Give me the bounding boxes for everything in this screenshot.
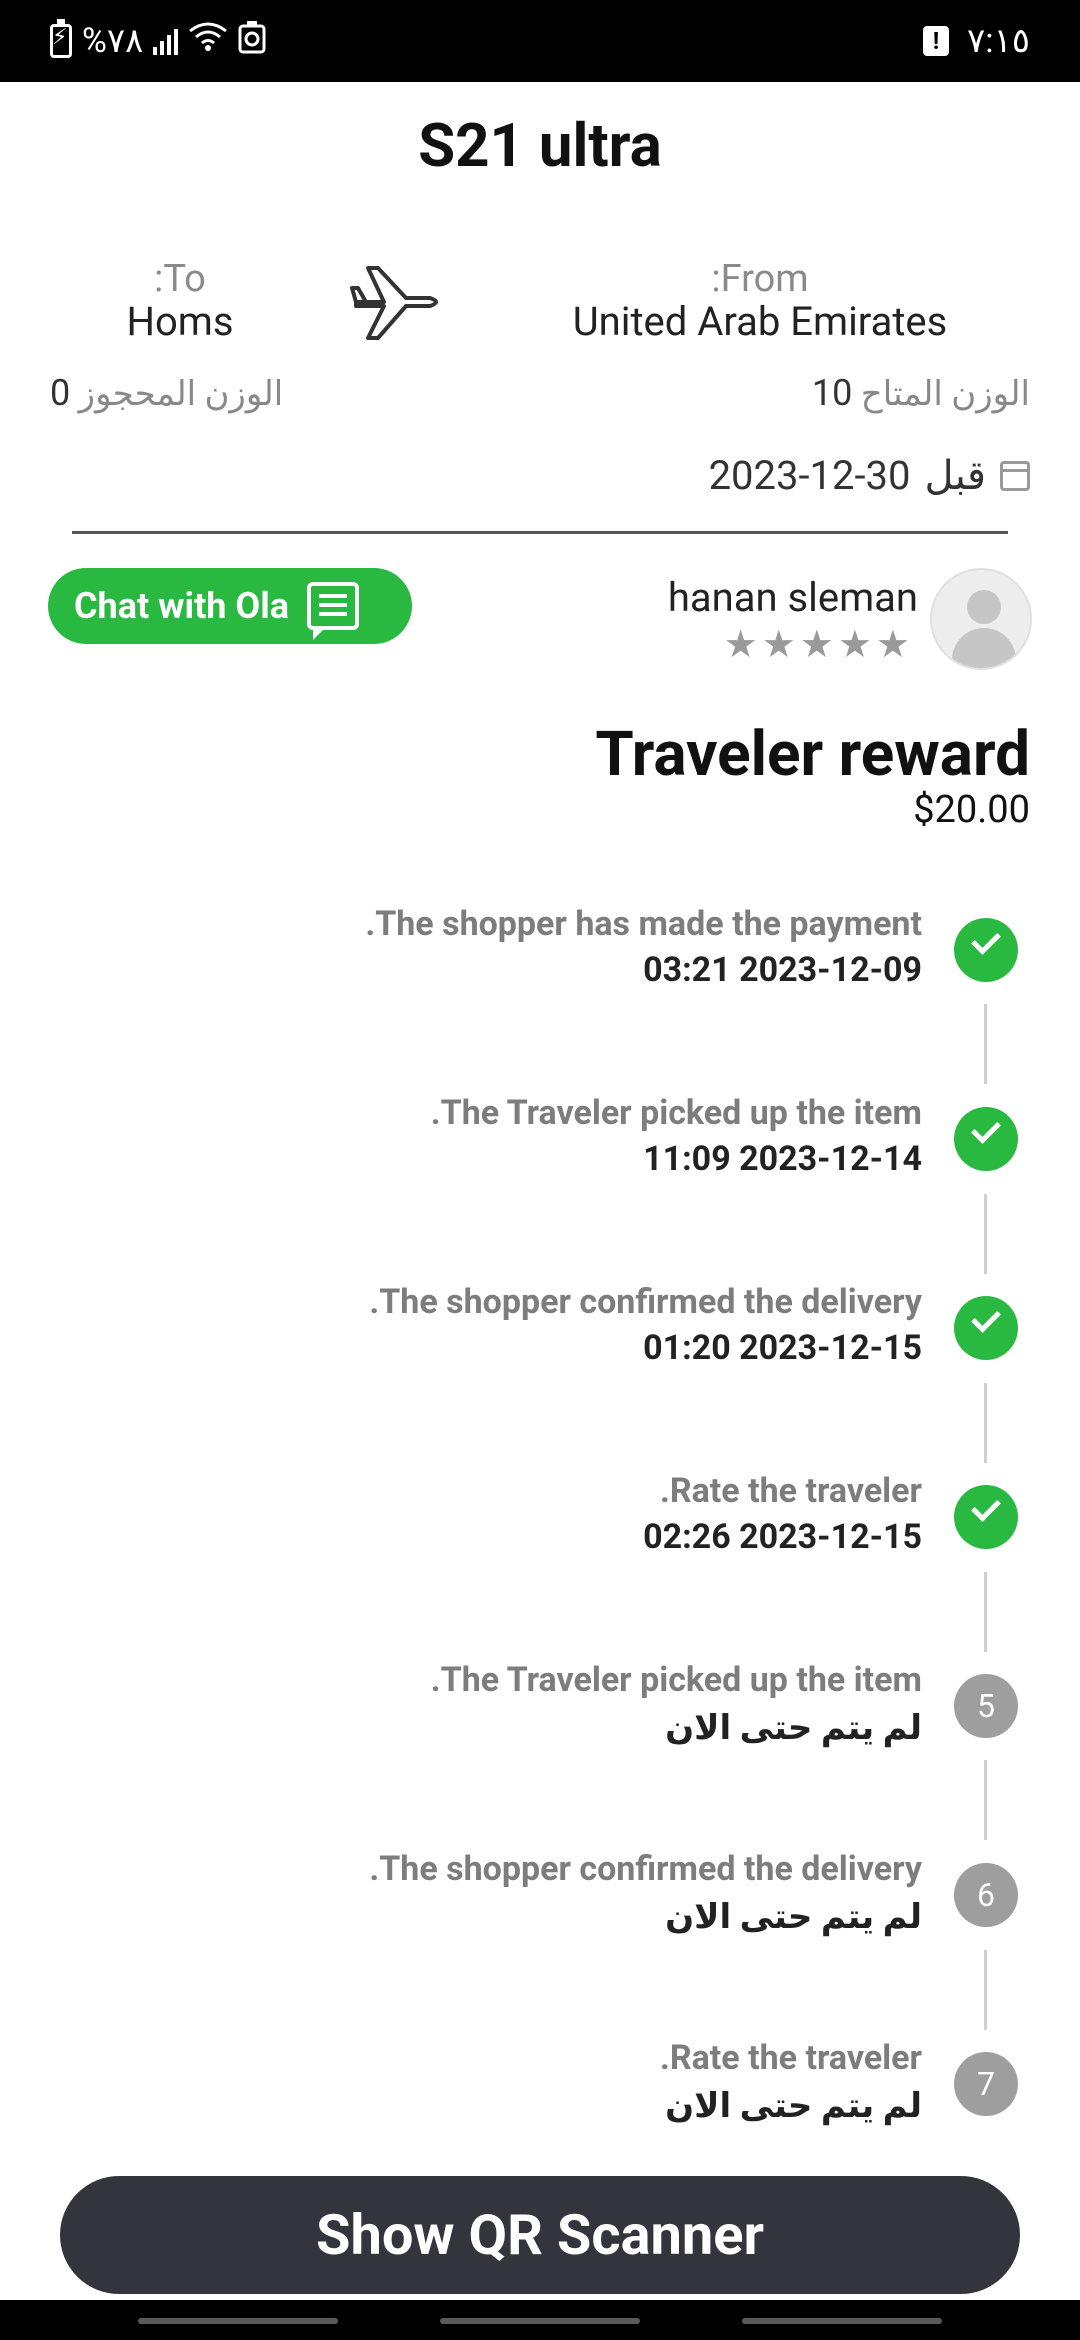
timeline-step: .The shopper confirmed the delivery لم ي… [0, 1849, 1080, 1969]
step-pending-text: لم يتم حتى الان [665, 1708, 922, 1748]
step-title: .The shopper confirmed the delivery [369, 1849, 922, 1889]
step-pending-text: لم يتم حتى الان [665, 2086, 922, 2126]
step-title: .The shopper confirmed the delivery [369, 1282, 922, 1322]
from-value: United Arab Emirates [572, 298, 948, 345]
check-icon [971, 1303, 1001, 1333]
step-pending-text: لم يتم حتى الان [665, 1897, 922, 1937]
booked-weight-label: الوزن المحجوز [78, 374, 284, 414]
reward-amount: $20.00 [913, 788, 1030, 832]
check-icon [971, 1114, 1001, 1144]
avatar-body [952, 628, 1016, 668]
clock: ٧:١٥ [966, 21, 1030, 61]
battery-charging-icon [50, 19, 72, 58]
avatar-head [967, 590, 1001, 624]
timeline-step: .The Traveler picked up the item لم يتم … [0, 1660, 1080, 1780]
chat-button[interactable]: Chat with Ola [48, 568, 412, 644]
calendar-icon [1000, 460, 1030, 491]
nav-handle[interactable] [742, 2318, 942, 2324]
status-right: ! ٧:١٥ [922, 20, 1030, 62]
user-name: hanan sleman [667, 574, 918, 621]
route-to: :To Homs [60, 258, 300, 344]
nav-handle[interactable] [138, 2318, 338, 2324]
rating-stars: ★★★★★ [723, 623, 914, 667]
deadline-date: 2023-12-30 [708, 452, 911, 499]
step-number: 7 [954, 2052, 1018, 2116]
available-weight-label: الوزن المتاح [860, 374, 1030, 414]
available-weight-value: 10 [811, 372, 853, 414]
timeline-step: .Rate the traveler لم يتم حتى الان 7 [0, 2038, 1080, 2158]
step-date: 11:09 2023-12-14 [643, 1139, 922, 1179]
page-title: S21 ultra [418, 110, 662, 181]
timeline-step: .The Traveler picked up the item 11:09 2… [0, 1093, 1080, 1213]
step-title: .Rate the traveler [659, 1471, 922, 1511]
route-from: :From United Arab Emirates [520, 258, 1000, 344]
step-title: .The Traveler picked up the item [430, 1093, 922, 1133]
booked-weight: الوزن المحجوز 0 [50, 372, 283, 414]
timeline-step: .The shopper has made the payment 03:21 … [0, 904, 1080, 1024]
step-title: .The shopper has made the payment [365, 904, 922, 944]
deadline-prefix: قبل [924, 452, 986, 499]
to-label: :To [154, 257, 206, 301]
from-label: :From [711, 257, 809, 301]
step-date: 02:26 2023-12-15 [643, 1517, 922, 1557]
step-complete-icon [954, 918, 1018, 982]
step-number: 5 [954, 1674, 1018, 1738]
step-title: .The Traveler picked up the item [430, 1660, 922, 1700]
status-bar: %٧٨ ! ٧:١٥ [0, 0, 1080, 82]
signal-icon [153, 27, 179, 55]
navigation-bar [0, 2300, 1080, 2340]
airplane-icon [350, 258, 446, 348]
status-left: %٧٨ [50, 19, 266, 63]
show-qr-scanner-button[interactable]: Show QR Scanner [60, 2176, 1020, 2294]
step-complete-icon [954, 1485, 1018, 1549]
alert-icon: ! [922, 26, 949, 56]
step-number: 6 [954, 1863, 1018, 1927]
nav-handle[interactable] [440, 2318, 640, 2324]
chat-button-label: Chat with Ola [74, 585, 289, 627]
step-complete-icon [954, 1107, 1018, 1171]
avatar[interactable] [930, 568, 1032, 670]
battery-percentage: %٧٨ [82, 21, 144, 61]
reward-title: Traveler reward [595, 718, 1030, 791]
check-icon [971, 925, 1001, 955]
step-title: .Rate the traveler [659, 2038, 922, 2078]
divider [72, 531, 1008, 534]
timeline-step: .The shopper confirmed the delivery 01:2… [0, 1282, 1080, 1402]
available-weight: الوزن المتاح 10 [812, 372, 1030, 414]
booked-weight-value: 0 [50, 372, 71, 414]
step-date: 03:21 2023-12-09 [643, 950, 922, 990]
deadline: 2023-12-30 قبل [709, 452, 1030, 499]
check-icon [971, 1492, 1001, 1522]
wifi-icon [188, 21, 228, 61]
step-date: 01:20 2023-12-15 [643, 1328, 922, 1368]
recycle-icon [238, 20, 266, 63]
timeline-step: .Rate the traveler 02:26 2023-12-15 [0, 1471, 1080, 1591]
to-value: Homs [126, 298, 234, 345]
chat-icon [306, 582, 359, 640]
step-complete-icon [954, 1296, 1018, 1360]
